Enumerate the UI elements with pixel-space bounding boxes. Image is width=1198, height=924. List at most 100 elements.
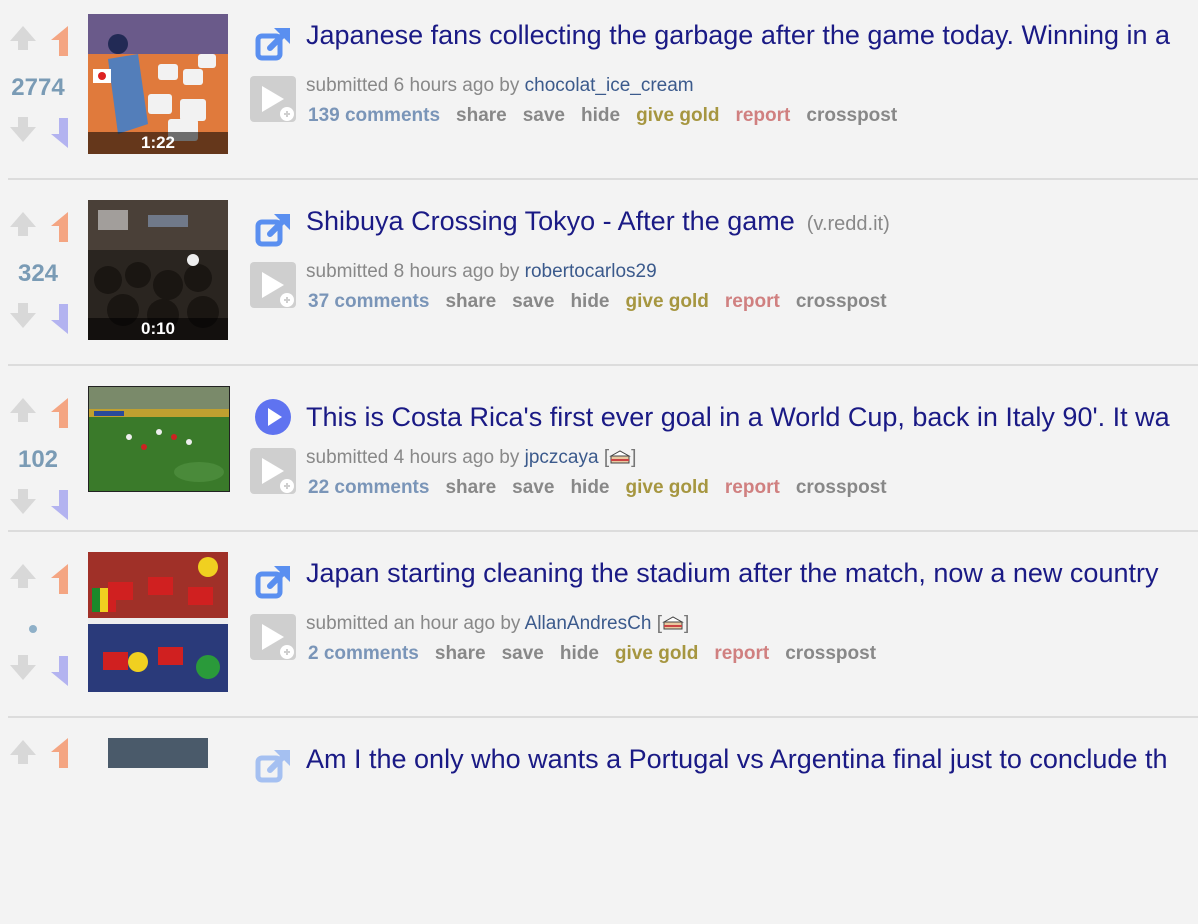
tagline: submitted 6 hours ago by chocolat_ice_cr…: [306, 75, 694, 97]
upvote-arrow-icon[interactable]: [10, 398, 36, 422]
share-button[interactable]: share: [435, 643, 486, 664]
hide-button[interactable]: hide: [581, 105, 620, 126]
submitted-text: submitted 6 hours ago by: [306, 75, 520, 96]
downvote-arrow-icon[interactable]: [10, 655, 36, 680]
crosspost-button[interactable]: crosspost: [796, 291, 887, 312]
comments-link[interactable]: 2 comments: [308, 643, 419, 664]
video-duration: 0:10: [88, 318, 228, 340]
post-4: Japan starting cleaning the stadium afte…: [0, 552, 1198, 738]
play-circle-icon[interactable]: [254, 398, 292, 436]
report-button[interactable]: report: [725, 477, 780, 498]
upvote-arrow-icon[interactable]: [10, 212, 36, 236]
score: 102: [17, 446, 59, 473]
expand-video-icon[interactable]: [250, 262, 296, 308]
upvote-arrow-icon[interactable]: [10, 564, 36, 588]
hide-button[interactable]: hide: [570, 477, 609, 498]
expand-video-icon[interactable]: [250, 614, 296, 660]
downvote-arrow-icon[interactable]: [10, 303, 36, 328]
report-button[interactable]: report: [735, 105, 790, 126]
comments-link[interactable]: 22 comments: [308, 477, 429, 498]
downvote-flag-icon: [51, 490, 68, 520]
score: 2774: [11, 74, 65, 101]
post-2: 324 0:10 Shibuya Crossing Tokyo - After …: [0, 200, 1198, 386]
score-hidden-dot: [29, 625, 37, 633]
thumbnail[interactable]: 0:10: [88, 200, 228, 340]
tagline: submitted an hour ago by AllanAndresCh […: [306, 613, 689, 635]
cake-icon: [662, 616, 684, 630]
report-button[interactable]: report: [714, 643, 769, 664]
thumbnail[interactable]: 1:22: [88, 14, 228, 154]
author-link[interactable]: jpczcaya: [525, 447, 599, 468]
submitted-text: submitted an hour ago by: [306, 613, 521, 634]
downvote-flag-icon: [51, 304, 68, 334]
cake-icon: [609, 450, 631, 464]
external-link-icon[interactable]: [254, 748, 292, 786]
post-title[interactable]: This is Costa Rica's first ever goal in …: [306, 402, 1170, 433]
upvote-flag-icon: [51, 398, 68, 428]
crosspost-button[interactable]: crosspost: [785, 643, 876, 664]
score: 324: [17, 260, 59, 287]
submitted-text: submitted 8 hours ago by: [306, 261, 520, 282]
share-button[interactable]: share: [445, 477, 496, 498]
cake-flair: []: [656, 613, 690, 634]
save-button[interactable]: save: [512, 477, 554, 498]
share-button[interactable]: share: [445, 291, 496, 312]
external-link-icon[interactable]: [254, 26, 292, 64]
hide-button[interactable]: hide: [560, 643, 599, 664]
divider: [8, 716, 1198, 718]
divider: [8, 530, 1198, 532]
give-gold-button[interactable]: give gold: [626, 477, 709, 498]
save-button[interactable]: save: [512, 291, 554, 312]
upvote-arrow-icon[interactable]: [10, 740, 36, 764]
vote-column: 102: [0, 386, 80, 572]
downvote-flag-icon: [51, 656, 68, 686]
vote-column: 2774: [0, 14, 80, 200]
comments-link[interactable]: 37 comments: [308, 291, 429, 312]
give-gold-button[interactable]: give gold: [636, 105, 719, 126]
post-title: Shibuya Crossing Tokyo - After the game (…: [306, 206, 890, 237]
thumbnail-image: [89, 387, 229, 491]
expand-video-icon[interactable]: [250, 448, 296, 494]
crosspost-button[interactable]: crosspost: [796, 477, 887, 498]
cake-flair: []: [603, 447, 637, 468]
video-duration: 1:22: [88, 132, 228, 154]
author-link[interactable]: AllanAndresCh: [525, 613, 652, 634]
hide-button[interactable]: hide: [570, 291, 609, 312]
author-link[interactable]: chocolat_ice_cream: [525, 75, 694, 96]
post-5: Am I the only who wants a Portugal vs Ar…: [0, 738, 1198, 924]
upvote-flag-icon: [51, 26, 68, 56]
share-button[interactable]: share: [456, 105, 507, 126]
vote-column: 324: [0, 200, 80, 386]
downvote-arrow-icon[interactable]: [10, 117, 36, 142]
upvote-arrow-icon[interactable]: [10, 26, 36, 50]
downvote-arrow-icon[interactable]: [10, 489, 36, 514]
thumbnail[interactable]: [88, 552, 228, 692]
save-button[interactable]: save: [502, 643, 544, 664]
save-button[interactable]: save: [523, 105, 565, 126]
domain[interactable]: (v.redd.it): [807, 213, 890, 235]
tagline: submitted 8 hours ago by robertocarlos29: [306, 261, 657, 283]
downvote-flag-icon: [51, 118, 68, 148]
vote-column: [0, 738, 80, 924]
upvote-flag-icon: [51, 738, 68, 768]
author-link[interactable]: robertocarlos29: [525, 261, 657, 282]
report-button[interactable]: report: [725, 291, 780, 312]
give-gold-button[interactable]: give gold: [615, 643, 698, 664]
divider: [8, 178, 1198, 180]
expand-video-icon[interactable]: [250, 76, 296, 122]
thumbnail[interactable]: [88, 386, 230, 492]
comments-link[interactable]: 139 comments: [308, 105, 440, 126]
post-title[interactable]: Japan starting cleaning the stadium afte…: [306, 558, 1158, 589]
post-title[interactable]: Am I the only who wants a Portugal vs Ar…: [306, 744, 1167, 775]
submitted-text: submitted 4 hours ago by: [306, 447, 520, 468]
post-title-link[interactable]: Shibuya Crossing Tokyo - After the game: [306, 206, 795, 236]
crosspost-button[interactable]: crosspost: [806, 105, 897, 126]
thumbnail[interactable]: [108, 738, 208, 768]
post-3: 102 This is Costa Rica's first ever goal…: [0, 386, 1198, 572]
post-1: 2774 1:22 Japanese fans collecting the g…: [0, 14, 1198, 200]
post-title[interactable]: Japanese fans collecting the garbage aft…: [306, 20, 1170, 51]
thumbnail-image: [88, 552, 228, 692]
give-gold-button[interactable]: give gold: [626, 291, 709, 312]
external-link-icon[interactable]: [254, 212, 292, 250]
external-link-icon[interactable]: [254, 564, 292, 602]
